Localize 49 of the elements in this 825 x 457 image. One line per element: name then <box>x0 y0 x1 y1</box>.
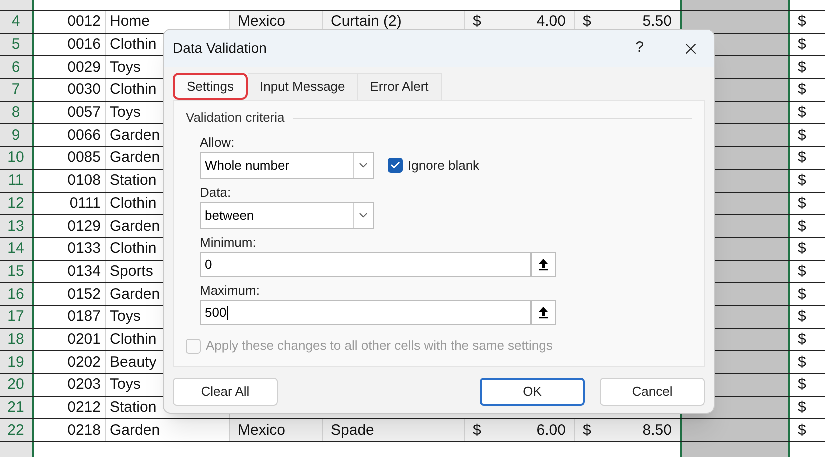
row-header: 5 <box>0 34 34 56</box>
input-field[interactable]: 500 <box>200 300 531 325</box>
tab[interactable]: Input Message <box>248 73 358 100</box>
table-cell: Mexico <box>230 419 323 442</box>
row-header: 11 <box>0 170 34 192</box>
row-header <box>0 0 34 10</box>
dialog-button[interactable]: Cancel <box>600 378 705 406</box>
row-header: 4 <box>0 11 34 33</box>
row-header: 6 <box>0 56 34 78</box>
table-cell: $ <box>473 422 482 438</box>
table-cell: 5.50 <box>642 14 672 30</box>
dialog-button[interactable]: OK <box>480 378 585 406</box>
table-cell: $ <box>583 422 592 438</box>
tab[interactable]: Error Alert <box>358 73 442 100</box>
table-cell: 4.00 <box>536 14 566 30</box>
dropdown[interactable]: Whole number <box>200 152 374 179</box>
row-header: 10 <box>0 147 34 169</box>
check-icon <box>390 160 401 171</box>
row-header: 8 <box>0 102 34 124</box>
row-header: 19 <box>0 351 34 373</box>
text-cursor <box>226 306 228 320</box>
table-cell: 6.00 <box>536 422 566 438</box>
dropdown[interactable]: between <box>200 202 374 229</box>
help-button[interactable]: ? <box>636 37 644 60</box>
row-header: 14 <box>0 238 34 260</box>
collapse-button[interactable] <box>531 300 556 325</box>
table-cell: Spade <box>323 419 465 442</box>
checkbox-label: Ignore blank <box>408 156 480 175</box>
input-field[interactable]: 0 <box>200 252 531 277</box>
checkbox[interactable] <box>388 158 403 173</box>
row-header: 16 <box>0 283 34 305</box>
row-header: 18 <box>0 328 34 350</box>
table-cell: 8.50 <box>642 422 672 438</box>
table-cell: $ <box>583 14 592 30</box>
dialog-button[interactable]: Clear All <box>173 378 278 406</box>
row-header: 20 <box>0 374 34 396</box>
upload-arrow-icon <box>538 306 549 319</box>
row-header: 7 <box>0 79 34 101</box>
row-header: 17 <box>0 306 34 328</box>
collapse-button[interactable] <box>531 252 556 277</box>
row-header: 21 <box>0 396 34 418</box>
row-header: 9 <box>0 124 34 146</box>
row-header: 22 <box>0 419 34 442</box>
row-header: 13 <box>0 215 34 237</box>
row-header: 12 <box>0 192 34 214</box>
upload-arrow-icon <box>538 258 549 271</box>
table-cell: $ <box>473 14 482 30</box>
tab[interactable]: Settings <box>173 73 248 100</box>
row-header: 15 <box>0 260 34 282</box>
